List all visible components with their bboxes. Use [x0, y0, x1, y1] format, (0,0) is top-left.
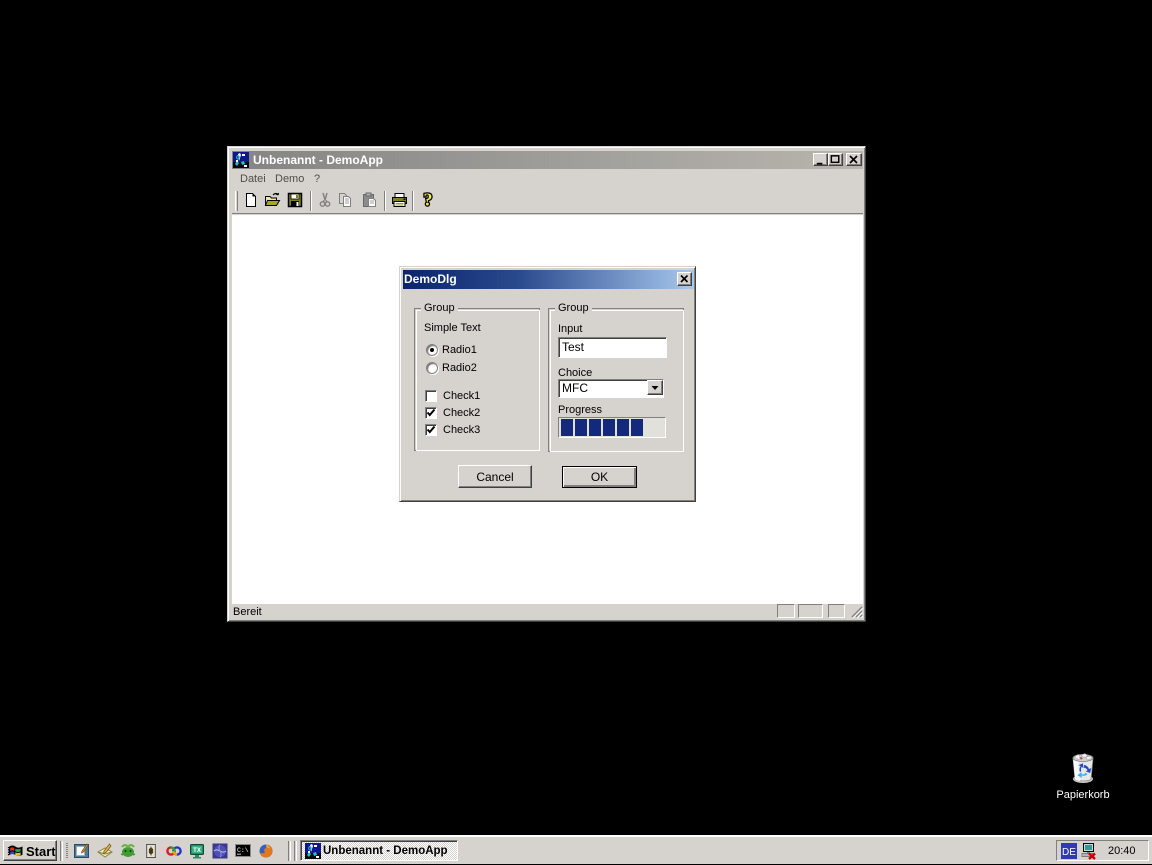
- svg-text:DE: DE: [1062, 847, 1076, 858]
- svg-text:C:\: C:\: [237, 847, 249, 854]
- svg-text:?: ?: [424, 192, 433, 208]
- svg-text:TX: TX: [193, 848, 201, 854]
